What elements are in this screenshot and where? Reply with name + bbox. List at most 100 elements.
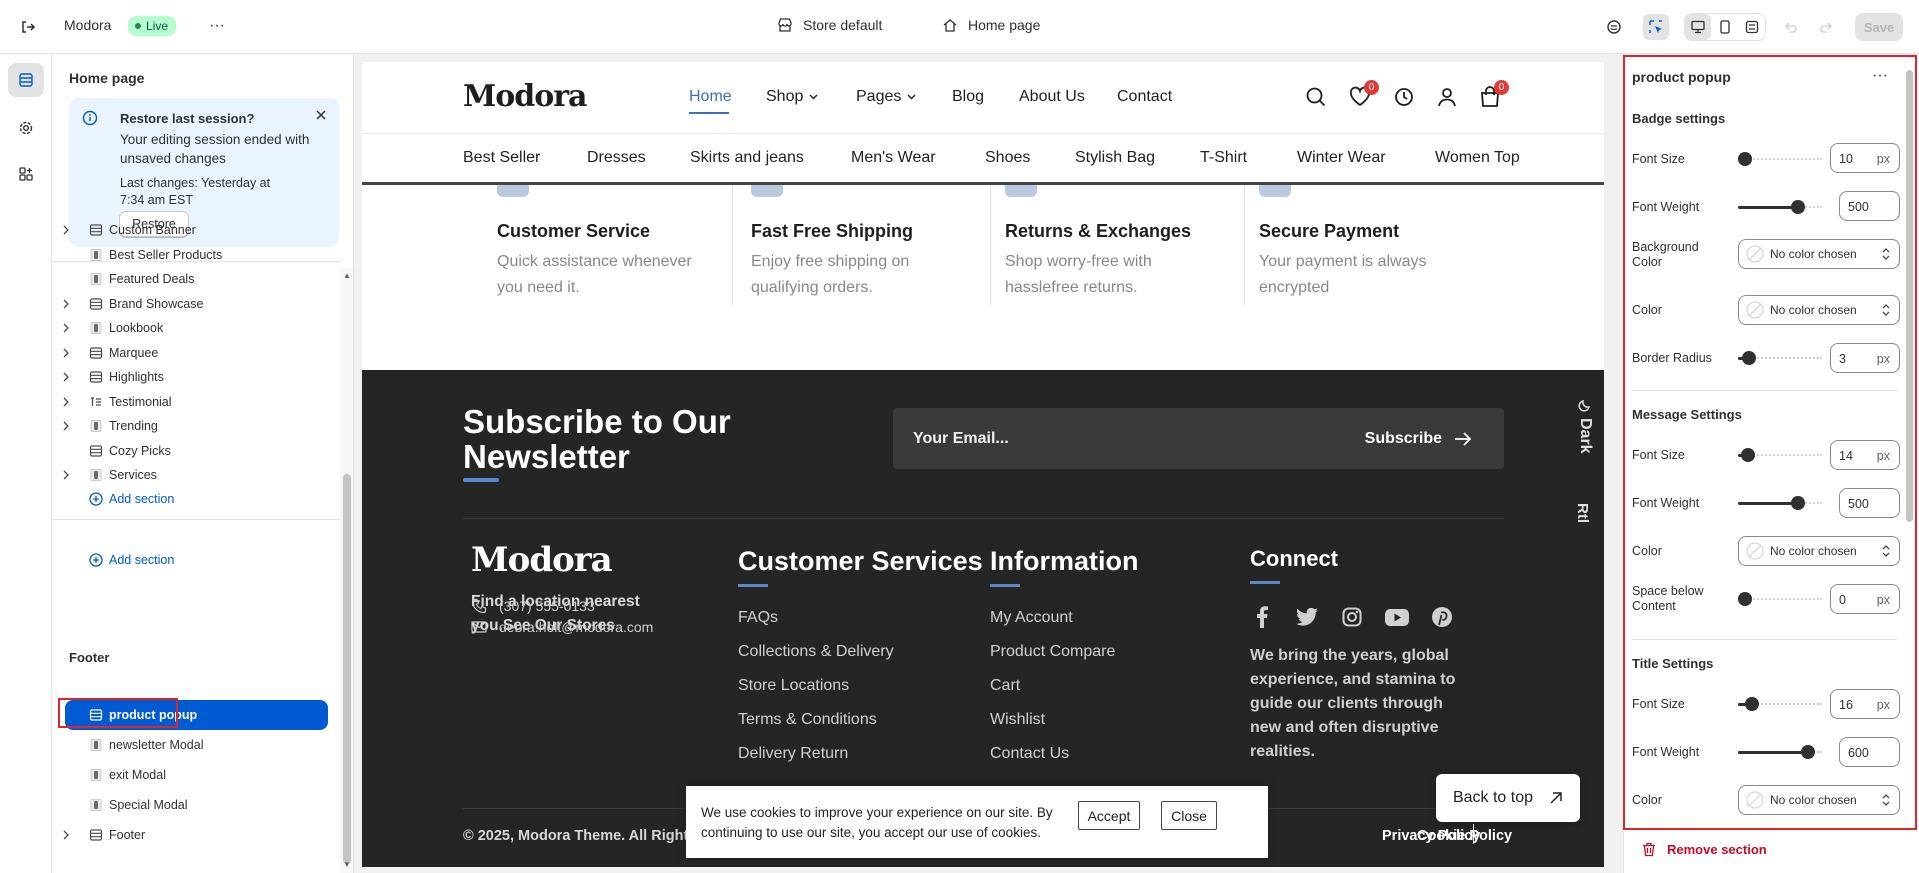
tree-item[interactable]: newsletter Modal — [52, 730, 340, 760]
instagram-icon[interactable] — [1340, 605, 1364, 629]
trash-icon — [1643, 842, 1655, 857]
footer-link[interactable]: Wishlist — [990, 711, 1045, 729]
category-link[interactable]: Women Top — [1435, 149, 1520, 167]
scroll-down-icon[interactable]: ▼ — [343, 860, 351, 869]
apps-icon[interactable] — [8, 157, 44, 191]
footer-link[interactable]: FAQs — [738, 609, 778, 627]
footer-link[interactable]: Terms & Conditions — [738, 711, 877, 729]
nav-pages[interactable]: Pages — [856, 88, 916, 106]
chevron-right-icon[interactable] — [61, 371, 71, 383]
category-link[interactable]: Men's Wear — [851, 149, 936, 167]
footer-email[interactable]: debra.holt@modora.com — [471, 619, 653, 635]
dark-mode-toggle[interactable]: Dark — [1574, 398, 1596, 454]
live-dot — [135, 23, 141, 29]
chevron-right-icon[interactable] — [61, 829, 71, 841]
footer-link[interactable]: Cart — [990, 677, 1020, 695]
category-link[interactable]: Best Seller — [463, 149, 540, 167]
scroll-up-icon[interactable]: ▲ — [343, 271, 351, 280]
footer-link[interactable]: Store Locations — [738, 677, 849, 695]
newsletter-email-input[interactable]: Your Email... — [913, 430, 1009, 448]
recently-viewed-icon[interactable] — [1391, 84, 1417, 110]
nav-about[interactable]: About Us — [1019, 88, 1085, 106]
undo-icon[interactable] — [1778, 14, 1804, 40]
chevron-right-icon[interactable] — [61, 396, 71, 408]
tree-item[interactable]: Special Modal — [52, 790, 340, 820]
category-link[interactable]: Skirts and jeans — [690, 149, 804, 167]
nav-blog[interactable]: Blog — [952, 88, 984, 106]
tree-item[interactable]: product popup — [65, 700, 328, 730]
live-badge: Live — [128, 16, 177, 36]
page-selector[interactable]: Home page — [942, 17, 1040, 33]
nav-home[interactable]: Home — [689, 88, 732, 106]
twitter-icon[interactable] — [1295, 605, 1319, 629]
footer-link[interactable]: Delivery Return — [738, 745, 848, 763]
tree-item[interactable]: exit Modal — [52, 760, 340, 790]
highlight-box — [1623, 55, 1917, 830]
wishlist-icon[interactable]: 0 — [1347, 80, 1379, 110]
footer-logo[interactable]: Modora — [471, 540, 613, 580]
footer-link[interactable]: My Account — [990, 609, 1073, 627]
scrollbar-thumb[interactable] — [343, 474, 351, 864]
nav-active-underline — [689, 112, 729, 114]
category-link[interactable]: T-Shirt — [1200, 149, 1247, 167]
exit-icon[interactable] — [18, 17, 38, 37]
sidebar-scrollbar[interactable]: ▲ ▼ — [340, 268, 353, 873]
search-icon[interactable] — [1303, 84, 1329, 110]
category-link[interactable]: Shoes — [985, 149, 1030, 167]
feature-description: Your payment is always encrypted — [1259, 253, 1427, 296]
footer-phone[interactable]: (307) 555-0133 — [471, 598, 595, 614]
more-actions-button[interactable]: ··· — [207, 15, 227, 37]
facebook-icon[interactable] — [1250, 605, 1274, 629]
select-element-icon[interactable] — [1643, 14, 1669, 40]
close-icon[interactable] — [312, 106, 330, 124]
subscribe-button[interactable]: Subscribe — [1365, 430, 1472, 448]
chevron-right-icon[interactable] — [61, 420, 71, 432]
nav-shop[interactable]: Shop — [766, 88, 818, 106]
mobile-view-icon[interactable] — [1712, 14, 1738, 40]
gear-icon[interactable] — [8, 111, 44, 145]
add-footer-section-button[interactable]: Add section — [52, 545, 340, 575]
tree-item[interactable]: Footer — [52, 820, 340, 850]
chevron-right-icon[interactable] — [61, 347, 71, 359]
chevron-right-icon[interactable] — [61, 224, 71, 236]
banner-message: Your editing session ended with unsaved … — [120, 132, 310, 166]
site-logo[interactable]: Modora — [463, 79, 587, 114]
footer-link[interactable]: Contact Us — [990, 745, 1069, 763]
cookie-policy-link[interactable]: Cookie Policy — [1417, 828, 1512, 844]
theme-selector[interactable]: Store default — [777, 17, 882, 33]
footer-link[interactable]: Product Compare — [990, 643, 1115, 661]
pinterest-icon[interactable] — [1430, 605, 1454, 629]
preview-inspector-icon[interactable] — [1601, 14, 1627, 40]
nav-shop-label: Shop — [766, 88, 804, 105]
youtube-icon[interactable] — [1385, 605, 1409, 629]
tree-item-label: Brand Showcase — [109, 296, 204, 311]
redo-icon[interactable] — [1813, 14, 1839, 40]
add-section-button[interactable]: Add section — [52, 484, 340, 514]
nav-contact[interactable]: Contact — [1117, 88, 1172, 106]
chevron-right-icon[interactable] — [61, 469, 71, 481]
tree-item-label: Featured Deals — [109, 272, 195, 286]
arrow-right-icon — [1455, 432, 1472, 446]
tree-item-label: Highlights — [109, 370, 164, 384]
thumbnail-icon — [89, 419, 103, 433]
close-cookies-button[interactable]: Close — [1161, 801, 1217, 830]
fullscreen-view-icon[interactable] — [1739, 14, 1765, 40]
thumbnail-icon — [89, 468, 103, 482]
store-name: Modora — [64, 17, 112, 33]
desktop-view-icon[interactable] — [1685, 14, 1711, 40]
category-link[interactable]: Dresses — [587, 149, 646, 167]
back-to-top-button[interactable]: Back to top — [1436, 774, 1580, 822]
rtl-toggle[interactable]: Rtl — [1574, 503, 1591, 523]
sections-icon[interactable] — [8, 63, 44, 97]
email-address: debra.holt@modora.com — [499, 619, 654, 635]
remove-section-button[interactable]: Remove section — [1642, 842, 1767, 857]
accept-cookies-button[interactable]: Accept — [1078, 801, 1140, 830]
save-button[interactable]: Save — [1855, 13, 1903, 41]
chevron-right-icon[interactable] — [61, 298, 71, 310]
account-icon[interactable] — [1434, 84, 1460, 110]
cart-icon[interactable]: 0 — [1477, 80, 1509, 110]
category-link[interactable]: Stylish Bag — [1075, 149, 1155, 167]
category-link[interactable]: Winter Wear — [1297, 149, 1386, 167]
footer-link[interactable]: Collections & Delivery — [738, 643, 894, 661]
chevron-right-icon[interactable] — [61, 322, 71, 334]
